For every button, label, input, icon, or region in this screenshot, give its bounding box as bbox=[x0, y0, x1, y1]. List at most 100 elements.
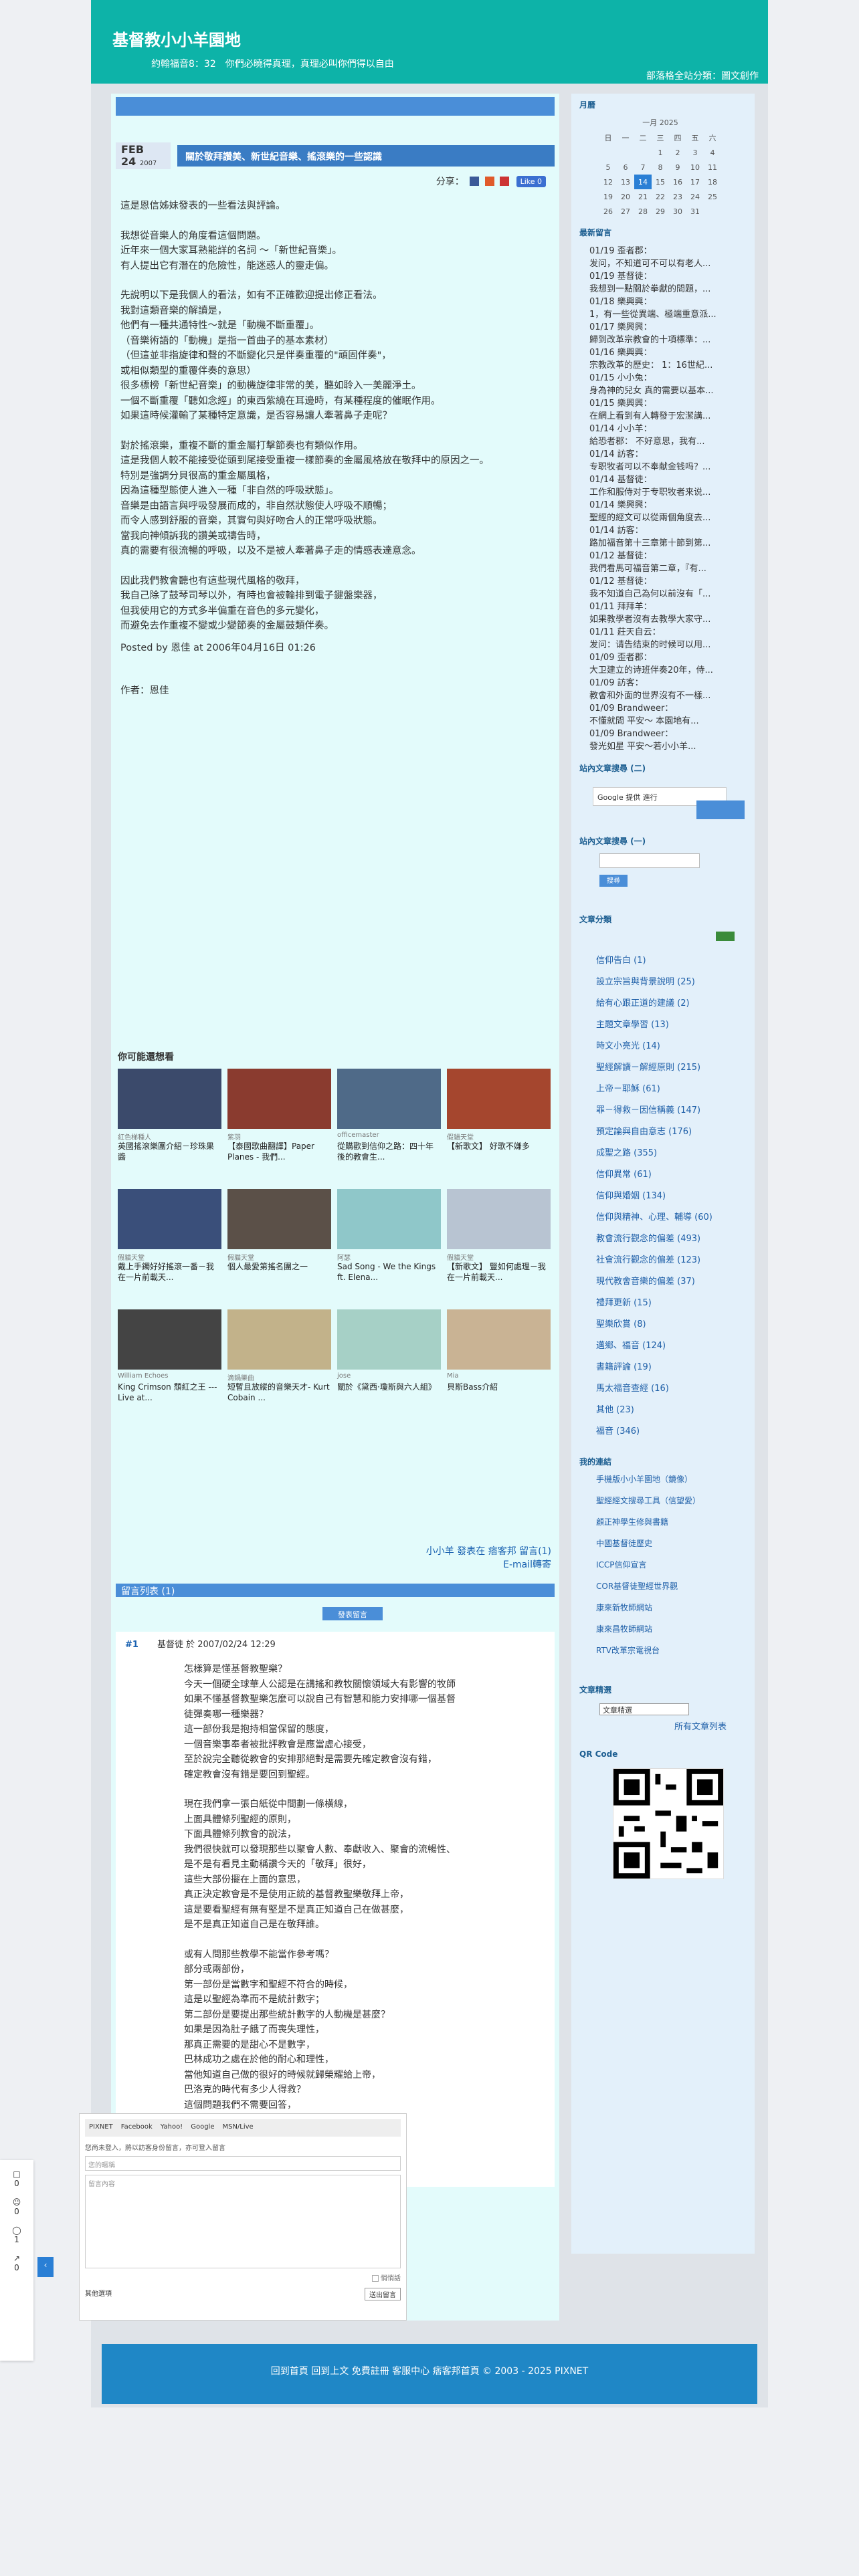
login-4[interactable]: MSN/Live bbox=[222, 2123, 253, 2131]
plurk-icon[interactable] bbox=[484, 177, 494, 186]
category-item[interactable]: 信仰告白 (1) bbox=[596, 954, 747, 976]
related-title[interactable]: 【泰國歌曲翻譯】Paper Planes - 我們... bbox=[227, 1141, 331, 1164]
toggle-icon[interactable] bbox=[716, 932, 735, 941]
related-card[interactable]: 滴鍋樂曲 短暫且放縱的音樂天才- Kurt Cobain ... bbox=[227, 1309, 331, 1423]
calendar-day[interactable]: 6 bbox=[617, 160, 634, 175]
recent-comment[interactable]: 01/09 Brandweer： 發光如星 平安～若小小羊... bbox=[589, 728, 747, 753]
related-card[interactable]: 假貓天堂 【新歌文】 好歌不嫌多 bbox=[447, 1069, 551, 1182]
category-item[interactable]: 時文小亮光 (14) bbox=[596, 1040, 747, 1061]
related-card[interactable]: 紅色梯種人 英國搖滾樂團介紹－珍珠果醬 bbox=[118, 1069, 221, 1182]
calendar-day[interactable]: 10 bbox=[686, 160, 704, 175]
related-card[interactable]: 假貓天堂 戴上手鐲好好搖滾一番－我在一片前載天... bbox=[118, 1189, 221, 1303]
link-item[interactable]: 手機版小小羊園地（鏡像） bbox=[596, 1474, 747, 1495]
recent-comment[interactable]: 01/09 Brandweer： 不懂就問 平安～ 本園地有... bbox=[589, 702, 747, 728]
recent-comment[interactable]: 01/14 樂興興： 聖經的經文可以從兩個角度去... bbox=[589, 499, 747, 524]
calendar-day[interactable]: 26 bbox=[599, 204, 617, 219]
category-item[interactable]: 社會流行觀念的偏差 (123) bbox=[596, 1254, 747, 1275]
category-item[interactable]: 上帝－耶穌 (61) bbox=[596, 1083, 747, 1104]
recent-comment-excerpt[interactable]: 我不知道自己為何以前沒有「... bbox=[589, 588, 747, 601]
login-3[interactable]: Google bbox=[191, 2123, 214, 2131]
recent-comment-excerpt[interactable]: 我們看馬可福音第二章，『有... bbox=[589, 562, 747, 575]
recent-comment-excerpt[interactable]: 宗教改革的歷史： 1：16世紀... bbox=[589, 359, 747, 372]
submit-comment-button[interactable]: 送出留言 bbox=[365, 2288, 401, 2300]
related-title[interactable]: 短暫且放縱的音樂天才- Kurt Cobain ... bbox=[227, 1382, 331, 1404]
calendar-day[interactable]: 1 bbox=[652, 145, 669, 160]
link-item[interactable]: 顧正神學生修與書籍 bbox=[596, 1517, 747, 1538]
calendar-day[interactable]: 8 bbox=[652, 160, 669, 175]
recent-comment[interactable]: 01/12 基督徒： 我們看馬可福音第二章，『有... bbox=[589, 550, 747, 575]
recent-comment-excerpt[interactable]: 我想到一點關於拳獻的問題，... bbox=[589, 283, 747, 296]
category-item[interactable]: 罪－得救－因信稱義 (147) bbox=[596, 1104, 747, 1125]
recent-comment-excerpt[interactable]: 1，有一些從異端、極端重意派... bbox=[589, 308, 747, 321]
category-item[interactable]: 教會流行觀念的偏差 (493) bbox=[596, 1232, 747, 1254]
share-icon[interactable] bbox=[500, 177, 510, 186]
calendar-day[interactable]: 12 bbox=[599, 175, 617, 189]
recent-comment-excerpt[interactable]: 发问，不知道可不可以有老人... bbox=[589, 257, 747, 270]
comment-count-link[interactable]: 小小羊 發表在 痞客邦 留言(1) bbox=[426, 1545, 551, 1558]
nickname-input[interactable]: 您的暱稱 bbox=[85, 2156, 401, 2171]
related-card[interactable]: 假貓天堂 個人最愛第搖名團之一 bbox=[227, 1189, 331, 1303]
link-item[interactable]: 聖經經文搜尋工具（信望愛） bbox=[596, 1495, 747, 1517]
calendar-day[interactable]: 17 bbox=[686, 175, 704, 189]
calendar-day[interactable]: 27 bbox=[617, 204, 634, 219]
calendar-day[interactable]: 16 bbox=[669, 175, 686, 189]
recent-comment-excerpt[interactable]: 身為神的兒女 真的需要以基本... bbox=[589, 385, 747, 397]
related-card[interactable]: Mia 貝斯Bass介紹 bbox=[447, 1309, 551, 1423]
calendar-day[interactable]: 11 bbox=[704, 160, 721, 175]
category-item[interactable]: 馬太福音查經 (16) bbox=[596, 1382, 747, 1404]
calendar-day[interactable]: 5 bbox=[599, 160, 617, 175]
calendar-day[interactable]: 3 bbox=[686, 145, 704, 160]
category-item[interactable]: 主題文章學習 (13) bbox=[596, 1018, 747, 1040]
archive-all-link[interactable]: 所有文章列表 bbox=[579, 1719, 727, 1732]
email-forward-link[interactable]: E-mail轉寄 bbox=[426, 1558, 551, 1572]
related-title[interactable]: 戴上手鐲好好搖滾一番－我在一片前載天... bbox=[118, 1261, 221, 1284]
related-card[interactable]: 阿瑟 Sad Song - We the Kings ft. Elena... bbox=[337, 1189, 441, 1303]
recent-comment-excerpt[interactable]: 如果教學者沒有去教學大家守... bbox=[589, 613, 747, 626]
link-item[interactable]: RTV改革宗電視台 bbox=[596, 1645, 747, 1667]
category-item[interactable]: 聖經解讀－解經原則 (215) bbox=[596, 1061, 747, 1083]
blog-title[interactable]: 基督教小小羊園地 bbox=[112, 27, 768, 50]
category-item[interactable]: 邁鄉、福音 (124) bbox=[596, 1339, 747, 1361]
archive-select[interactable]: 文章精選 bbox=[599, 1703, 689, 1715]
related-card[interactable]: William Echoes King Crimson 頹紅之王 --- Live… bbox=[118, 1309, 221, 1423]
related-title[interactable]: 從購歡到信仰之路：四十年後的教會生... bbox=[337, 1141, 441, 1164]
calendar-day[interactable]: 23 bbox=[669, 189, 686, 204]
link-item[interactable]: ICCP信仰宣言 bbox=[596, 1560, 747, 1581]
recent-comment-excerpt[interactable]: 路加福音第十三章第十節到第... bbox=[589, 537, 747, 550]
google-search-button[interactable] bbox=[696, 800, 745, 819]
recent-comment[interactable]: 01/11 拜拜羊： 如果教學者沒有去教學大家守... bbox=[589, 601, 747, 626]
category-item[interactable]: 成聖之路 (355) bbox=[596, 1147, 747, 1168]
related-card[interactable]: 紫羽 【泰國歌曲翻譯】Paper Planes - 我們... bbox=[227, 1069, 331, 1182]
recent-comment[interactable]: 01/14 訪客： 专职牧者可以不奉献金钱吗？... bbox=[589, 448, 747, 473]
related-title[interactable]: 【新歌文】 豎如何處理－我在一片前載天... bbox=[447, 1261, 551, 1284]
comment-icon[interactable]: ◯ 1 bbox=[0, 2226, 33, 2244]
calendar-day[interactable]: 25 bbox=[704, 189, 721, 204]
calendar-day[interactable]: 9 bbox=[669, 160, 686, 175]
calendar-day[interactable]: 20 bbox=[617, 189, 634, 204]
bookmark-icon[interactable]: □ 0 bbox=[0, 2169, 33, 2188]
reaction-icon[interactable]: ☺ 0 bbox=[0, 2197, 33, 2216]
recent-comment-excerpt[interactable]: 給恐者郡： 不好意思，我有... bbox=[589, 435, 747, 448]
recent-comment-excerpt[interactable]: 不懂就問 平安～ 本園地有... bbox=[589, 715, 747, 728]
calendar-day[interactable]: 30 bbox=[669, 204, 686, 219]
calendar-day[interactable]: 28 bbox=[634, 204, 652, 219]
related-title[interactable]: 【新歌文】 好歌不嫌多 bbox=[447, 1141, 551, 1164]
recent-comment[interactable]: 01/19 基督徒： 我想到一點關於拳獻的問題，... bbox=[589, 270, 747, 296]
login-2[interactable]: Yahoo! bbox=[161, 2123, 183, 2131]
recent-comment[interactable]: 01/12 基督徒： 我不知道自己為何以前沒有「... bbox=[589, 575, 747, 601]
site-search-input[interactable] bbox=[599, 853, 700, 868]
calendar-day[interactable]: 24 bbox=[686, 189, 704, 204]
recent-comment-excerpt[interactable]: 发问：请告结束的时候可以用... bbox=[589, 639, 747, 651]
recent-comment-excerpt[interactable]: 工作和服侍对于专职牧者来说... bbox=[589, 486, 747, 499]
category-item[interactable]: 給有心跟正道的建議 (2) bbox=[596, 997, 747, 1018]
related-title[interactable]: Sad Song - We the Kings ft. Elena... bbox=[337, 1261, 441, 1284]
calendar-day[interactable]: 29 bbox=[652, 204, 669, 219]
category-item[interactable]: 信仰與精神、心理、輔導 (60) bbox=[596, 1211, 747, 1232]
category-item[interactable]: 禮拜更新 (15) bbox=[596, 1297, 747, 1318]
share-out-icon[interactable]: ↗ 0 bbox=[0, 2254, 33, 2272]
recent-comment[interactable]: 01/16 樂興興： 宗教改革的歷史： 1：16世紀... bbox=[589, 346, 747, 372]
link-item[interactable]: COR基督徒聖經世界觀 bbox=[596, 1581, 747, 1602]
calendar-day[interactable]: 15 bbox=[652, 175, 669, 189]
related-title[interactable]: 個人最愛第搖名團之一 bbox=[227, 1261, 331, 1284]
recent-comment-excerpt[interactable]: 歸到改革宗教會的十項標準：... bbox=[589, 334, 747, 346]
